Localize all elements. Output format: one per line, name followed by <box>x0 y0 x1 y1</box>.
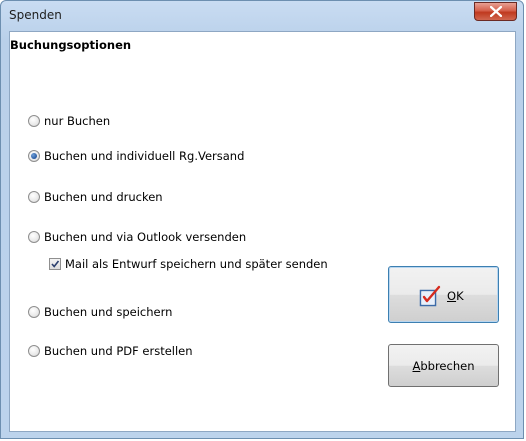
option-speichern[interactable]: Buchen und speichern <box>28 305 172 319</box>
option-outlook-versenden[interactable]: Buchen und via Outlook versenden <box>28 230 246 244</box>
radio-button[interactable] <box>28 115 40 127</box>
radio-button[interactable] <box>28 306 40 318</box>
option-label: Buchen und via Outlook versenden <box>44 230 247 244</box>
radio-button[interactable] <box>28 231 40 243</box>
dialog-window: Spenden Buchungsoptionen nur Buchen Buch… <box>0 0 524 439</box>
cancel-button-label: Abbrechen <box>412 358 475 373</box>
option-nur-buchen[interactable]: nur Buchen <box>28 114 110 128</box>
radio-button[interactable] <box>28 191 40 203</box>
draft-checkbox-row[interactable]: Mail als Entwurf speichern und später se… <box>49 257 328 271</box>
option-drucken[interactable]: Buchen und drucken <box>28 190 163 204</box>
draft-checkbox-label: Mail als Entwurf speichern und später se… <box>65 257 328 271</box>
option-label: Buchen und individuell Rg.Versand <box>44 149 245 163</box>
option-label: Buchen und PDF erstellen <box>44 344 193 358</box>
cancel-button[interactable]: Abbrechen <box>388 344 499 387</box>
close-icon <box>490 6 502 17</box>
radio-button[interactable] <box>28 345 40 357</box>
checkbox-document-icon <box>419 285 441 307</box>
close-button[interactable] <box>474 2 517 21</box>
window-title: Spenden <box>9 8 62 22</box>
option-pdf-erstellen[interactable]: Buchen und PDF erstellen <box>28 344 193 358</box>
option-label: nur Buchen <box>44 114 111 128</box>
radio-button-selected[interactable] <box>28 150 40 162</box>
checkmark-icon <box>51 260 60 268</box>
ok-button-label: OK <box>447 289 464 303</box>
group-title: Buchungsoptionen <box>10 38 132 52</box>
option-label: Buchen und drucken <box>44 190 163 204</box>
title-bar[interactable]: Spenden <box>1 1 523 31</box>
ok-button[interactable]: OK <box>388 266 499 323</box>
draft-checkbox[interactable] <box>49 258 61 270</box>
option-label: Buchen und speichern <box>44 305 173 319</box>
option-individuell-versand[interactable]: Buchen und individuell Rg.Versand <box>28 149 244 163</box>
